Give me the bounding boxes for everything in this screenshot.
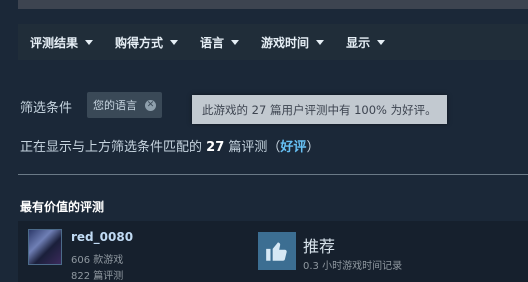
- summary-rating[interactable]: 好评: [280, 140, 306, 155]
- review-score-tooltip: 此游戏的 27 篇用户评测中有 100% 为好评。: [192, 95, 447, 124]
- chevron-down-icon: [231, 39, 240, 45]
- filter-language-label: 语言: [200, 35, 225, 50]
- reviewer-review-count[interactable]: 822 篇评测: [71, 267, 123, 282]
- filter-language[interactable]: 语言: [200, 34, 240, 51]
- filter-chip-label: 您的语言: [93, 99, 137, 112]
- close-icon[interactable]: ✕: [145, 99, 156, 111]
- summary-prefix: 正在显示与上方筛选条件匹配的: [20, 140, 203, 155]
- filter-purchase-type-label: 购得方式: [115, 35, 164, 50]
- avatar[interactable]: [28, 229, 62, 265]
- filter-review-type-label: 评测结果: [30, 35, 79, 50]
- top-strip: [18, 0, 528, 9]
- review-filter-bar: 评测结果 购得方式 语言 游戏时间 显示: [18, 24, 528, 60]
- reviewer-name[interactable]: red_0080: [71, 230, 133, 244]
- review-card: red_0080 606 款游戏 822 篇评测 推荐 0.3 小时游戏时间记录: [18, 221, 528, 282]
- active-filters-label: 筛选条件: [20, 101, 73, 116]
- section-title: 最有价值的评测: [20, 200, 105, 214]
- summary-suffix: 篇评测: [228, 140, 268, 155]
- active-filter-chip-language[interactable]: 您的语言 ✕: [87, 92, 162, 118]
- reviewer-games-owned[interactable]: 606 款游戏: [71, 251, 123, 266]
- thumbs-up-icon: [258, 232, 296, 270]
- thumbs-up-icon-glyph: [266, 242, 287, 261]
- reviewer-playtime: 0.3 小时游戏时间记录: [303, 261, 403, 272]
- chevron-down-icon: [377, 39, 386, 45]
- filter-display[interactable]: 显示: [346, 34, 386, 51]
- summary-open-paren: （: [267, 140, 281, 155]
- chevron-down-icon: [85, 39, 94, 45]
- section-divider: [18, 174, 528, 175]
- summary-close-paren: ）: [306, 140, 320, 155]
- filter-review-type[interactable]: 评测结果: [30, 34, 94, 51]
- chevron-down-icon: [316, 39, 325, 45]
- filter-playtime[interactable]: 游戏时间: [261, 34, 325, 51]
- recommendation-label: 推荐: [303, 237, 336, 256]
- filter-playtime-label: 游戏时间: [261, 35, 310, 50]
- summary-count: 27: [206, 140, 225, 155]
- filter-display-label: 显示: [346, 35, 371, 50]
- filter-purchase-type[interactable]: 购得方式: [115, 34, 179, 51]
- review-count-summary: 正在显示与上方筛选条件匹配的 27 篇评测（好评）: [20, 136, 319, 155]
- chevron-down-icon: [170, 39, 179, 45]
